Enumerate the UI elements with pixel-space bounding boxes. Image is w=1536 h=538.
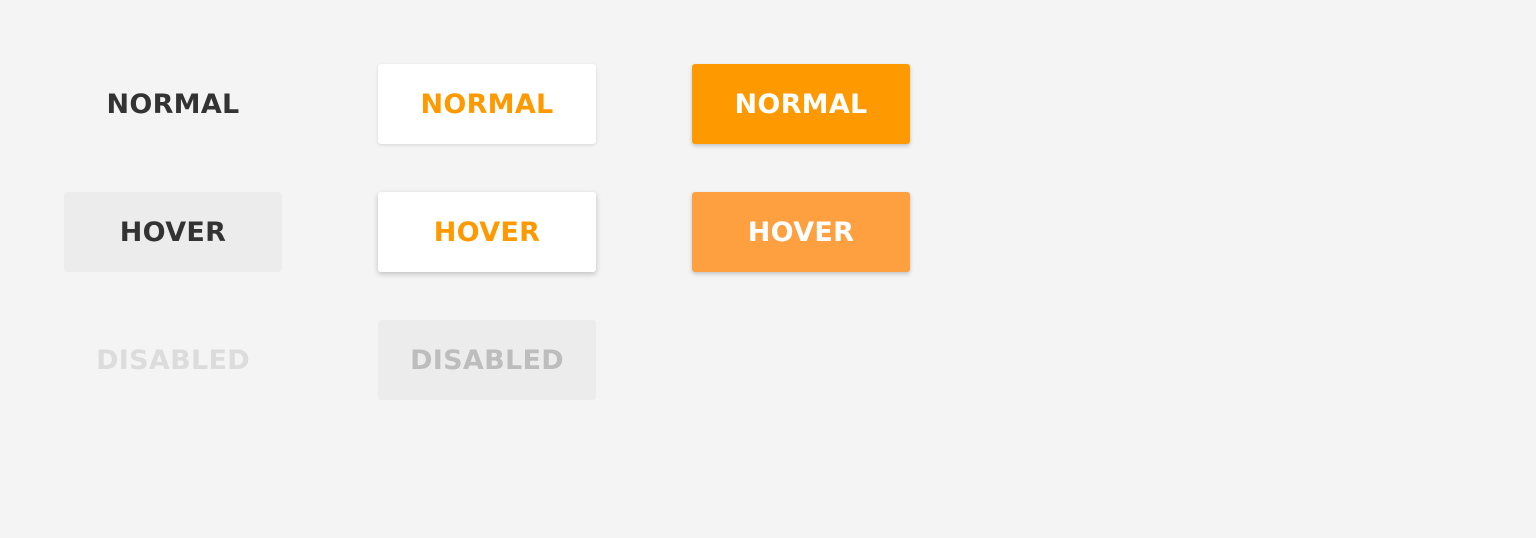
raised-button-hover[interactable]: HOVER — [378, 192, 596, 272]
flat-button-hover[interactable]: HOVER — [64, 192, 282, 272]
raised-button-normal-label: NORMAL — [420, 88, 554, 120]
flat-button-normal[interactable]: NORMAL — [64, 64, 282, 144]
flat-button-hover-label: HOVER — [119, 216, 227, 248]
raised-button-disabled: DISABLED — [378, 320, 596, 400]
flat-button-disabled-label: DISABLED — [96, 344, 250, 376]
primary-button-hover-label: HOVER — [747, 216, 855, 248]
raised-button-hover-label: HOVER — [433, 216, 541, 248]
primary-button-normal-label: NORMAL — [734, 88, 868, 120]
raised-button-disabled-label: DISABLED — [410, 344, 564, 376]
flat-button-disabled: DISABLED — [64, 320, 282, 400]
primary-button-hover[interactable]: HOVER — [692, 192, 910, 272]
primary-button-normal[interactable]: NORMAL — [692, 64, 910, 144]
flat-button-normal-label: NORMAL — [106, 88, 240, 120]
raised-button-normal[interactable]: NORMAL — [378, 64, 596, 144]
